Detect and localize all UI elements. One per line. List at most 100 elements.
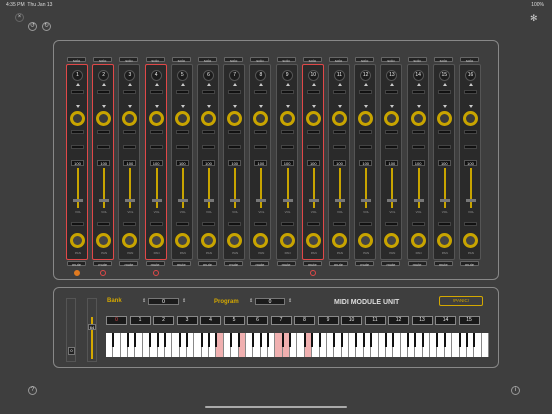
channel-up-icon[interactable]: [102, 83, 107, 86]
solo-button[interactable]: solo: [93, 57, 113, 63]
black-key[interactable]: [392, 333, 395, 347]
effect-knob[interactable]: [463, 111, 478, 126]
program-field[interactable]: 0: [255, 298, 285, 305]
channel-up-icon[interactable]: [416, 83, 421, 86]
mute-button[interactable]: mute: [93, 261, 113, 267]
volume-fader[interactable]: [365, 168, 368, 208]
black-key[interactable]: [134, 333, 137, 347]
black-key[interactable]: [340, 333, 343, 347]
black-key[interactable]: [289, 333, 292, 347]
white-key[interactable]: [482, 333, 489, 357]
black-key[interactable]: [333, 333, 336, 347]
channel-down-icon[interactable]: [233, 105, 238, 108]
fader-handle[interactable]: [256, 199, 267, 202]
effect-knob[interactable]: [148, 111, 164, 126]
black-key[interactable]: [186, 333, 189, 347]
channel-up-icon[interactable]: [259, 83, 264, 86]
pan-knob[interactable]: [279, 233, 295, 248]
black-key[interactable]: [303, 333, 306, 347]
program-stepper-left[interactable]: ⇕: [249, 298, 253, 304]
mute-button[interactable]: mute: [460, 261, 479, 267]
channel-up-icon[interactable]: [233, 83, 238, 86]
channel-down-icon[interactable]: [416, 105, 421, 108]
mute-button[interactable]: mute: [224, 261, 244, 267]
black-key[interactable]: [384, 333, 387, 347]
white-key[interactable]: [238, 333, 246, 357]
fader-handle[interactable]: [99, 199, 110, 202]
black-key[interactable]: [421, 333, 424, 347]
white-key[interactable]: [113, 333, 121, 357]
mute-button[interactable]: mute: [250, 261, 270, 267]
white-key[interactable]: [320, 333, 327, 357]
white-key[interactable]: [342, 333, 350, 357]
volume-fader[interactable]: [234, 168, 237, 208]
channel-body[interactable]: 14 100 VOL PAN: [406, 64, 429, 260]
black-key[interactable]: [112, 333, 115, 347]
white-key[interactable]: [268, 333, 276, 357]
mute-button[interactable]: mute: [407, 261, 427, 267]
channel-body[interactable]: 9 100 VOL PAN: [275, 64, 298, 260]
channel-up-icon[interactable]: [76, 83, 80, 86]
black-key[interactable]: [311, 333, 314, 347]
bank-stepper-right[interactable]: ⇕: [182, 298, 186, 304]
channel-down-icon[interactable]: [180, 105, 185, 108]
black-key[interactable]: [163, 333, 166, 347]
channel-button-3[interactable]: 3: [176, 316, 198, 325]
effect-knob[interactable]: [279, 111, 295, 126]
channel-down-icon[interactable]: [207, 105, 211, 108]
mute-button[interactable]: mute: [119, 261, 139, 267]
volume-fader[interactable]: [155, 168, 158, 208]
channel-body[interactable]: 1 100 VOL PAN: [66, 64, 88, 260]
solo-button[interactable]: solo: [302, 57, 322, 63]
effect-knob[interactable]: [305, 111, 321, 126]
rewind-icon[interactable]: ↺: [28, 22, 37, 31]
channel-body[interactable]: 15 100 VOL PAN: [432, 64, 455, 260]
channel-button-1[interactable]: 1: [129, 316, 151, 325]
pan-knob[interactable]: [384, 233, 400, 248]
effect-knob[interactable]: [384, 111, 400, 126]
channel-body[interactable]: 11 100 VOL PAN: [328, 64, 350, 260]
panic-button[interactable]: !PANIC!: [439, 296, 483, 306]
channel-up-icon[interactable]: [469, 83, 473, 86]
channel-body[interactable]: 16 100 VOL PAN: [459, 64, 481, 260]
black-key[interactable]: [362, 333, 365, 347]
mute-button[interactable]: mute: [145, 261, 165, 267]
channel-up-icon[interactable]: [207, 83, 211, 86]
pan-knob[interactable]: [70, 233, 85, 248]
pan-knob[interactable]: [463, 233, 478, 248]
black-key[interactable]: [252, 333, 255, 347]
mute-button[interactable]: mute: [355, 261, 375, 267]
solo-button[interactable]: solo: [276, 57, 296, 63]
mute-button[interactable]: mute: [198, 261, 217, 267]
white-key[interactable]: [423, 333, 431, 357]
channel-body[interactable]: 2 100 VOL PAN: [92, 64, 115, 260]
channel-down-icon[interactable]: [469, 105, 473, 108]
volume-fader[interactable]: [286, 168, 289, 208]
volume-fader[interactable]: [181, 168, 184, 208]
mute-button[interactable]: mute: [433, 261, 453, 267]
black-key[interactable]: [178, 333, 181, 347]
pan-knob[interactable]: [122, 233, 138, 248]
volume-fader[interactable]: [260, 168, 263, 208]
channel-button-13[interactable]: 13: [411, 316, 433, 325]
pan-knob[interactable]: [332, 233, 347, 248]
volume-slider[interactable]: 64: [87, 298, 97, 362]
channel-up-icon[interactable]: [311, 83, 316, 86]
bank-field[interactable]: 0: [148, 298, 179, 305]
effect-knob[interactable]: [122, 111, 138, 126]
black-key[interactable]: [465, 333, 468, 347]
channel-button-2[interactable]: 2: [153, 316, 174, 325]
channel-down-icon[interactable]: [128, 105, 133, 108]
channel-up-icon[interactable]: [390, 83, 395, 86]
solo-button[interactable]: solo: [433, 57, 453, 63]
effect-knob[interactable]: [174, 111, 190, 126]
piano-keyboard[interactable]: [106, 333, 489, 357]
black-key[interactable]: [370, 333, 373, 347]
volume-fader[interactable]: [103, 168, 106, 208]
white-key[interactable]: [393, 333, 401, 357]
channel-body[interactable]: 8 100 VOL PAN: [249, 64, 272, 260]
channel-button-9[interactable]: 9: [317, 316, 339, 325]
fader-handle[interactable]: [230, 199, 241, 202]
pan-knob[interactable]: [96, 233, 112, 248]
fader-handle[interactable]: [361, 199, 372, 202]
